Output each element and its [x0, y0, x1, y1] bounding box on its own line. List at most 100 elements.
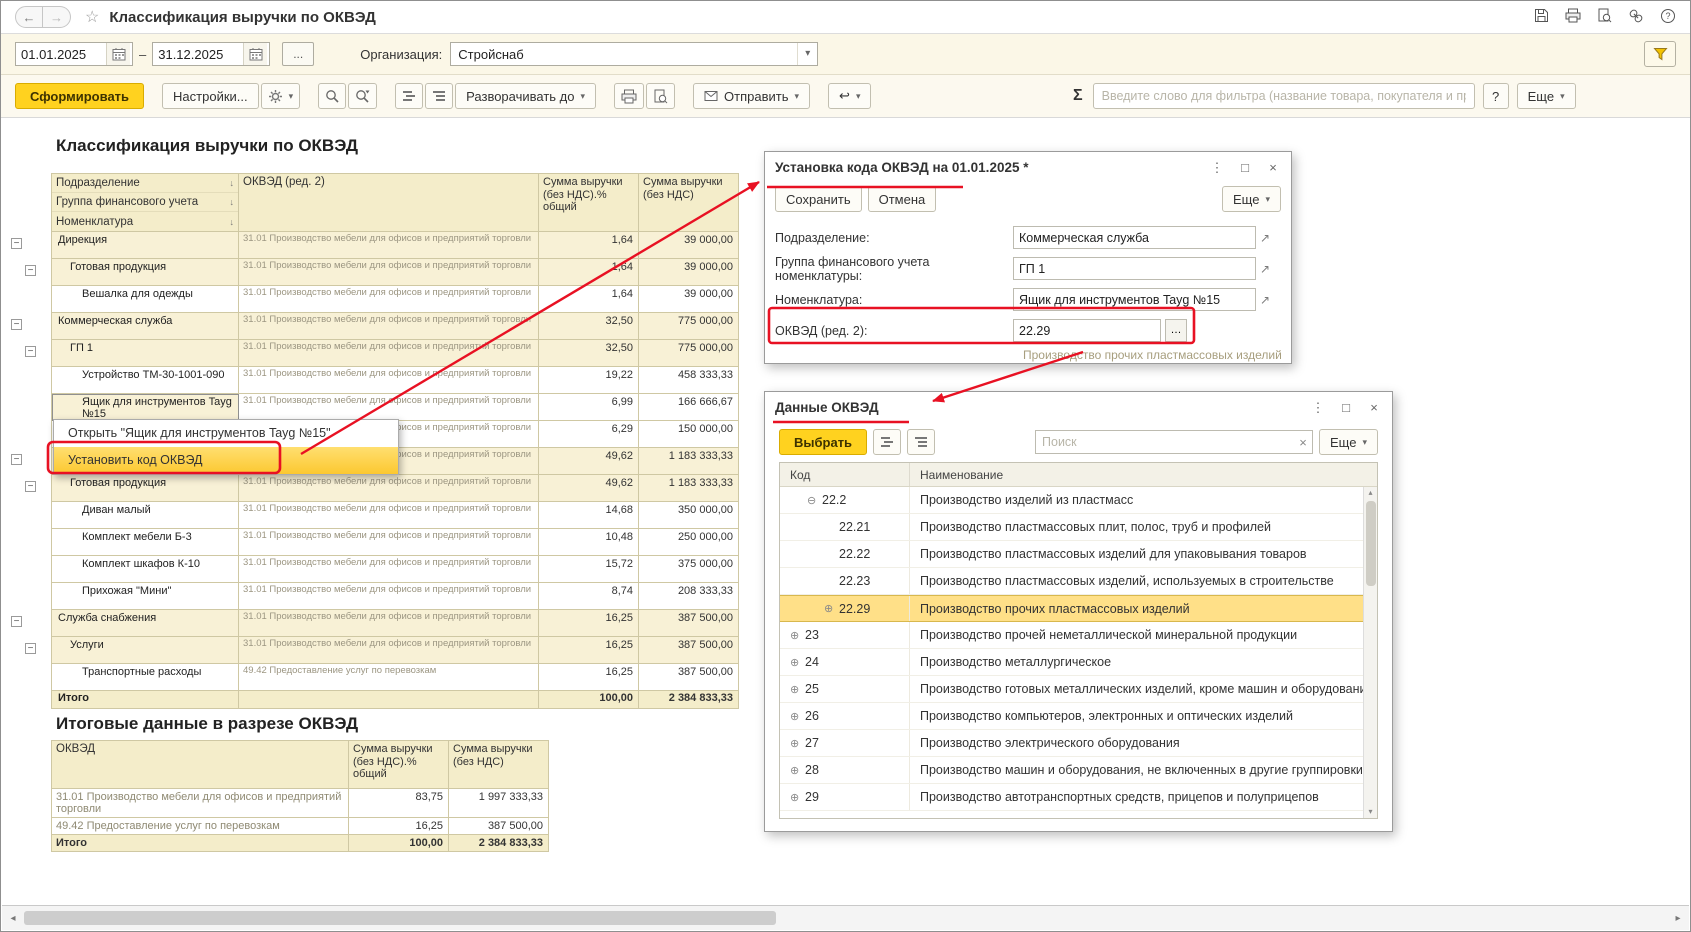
okved-row[interactable]: ⊕25Производство готовых металлических из… — [780, 676, 1363, 703]
expand-node-icon[interactable]: ⊕ — [824, 602, 839, 615]
summary-row[interactable]: 31.01 Производство мебели для офисов и п… — [52, 789, 549, 818]
report-cell-okved[interactable]: 31.01 Производство мебели для офисов и п… — [239, 556, 539, 583]
help-icon[interactable]: ? — [1660, 8, 1676, 27]
report-cell-name[interactable]: Ящик для инструментов Tayg №15 — [52, 394, 239, 421]
summary-cell-sum[interactable]: 2 384 833,33 — [449, 835, 549, 852]
report-cell-sum[interactable]: 350 000,00 — [639, 502, 739, 529]
okved-row[interactable]: ⊕22.29Производство прочих пластмассовых … — [780, 595, 1363, 622]
okved-row[interactable]: 22.23Производство пластмассовых изделий,… — [780, 568, 1363, 595]
okved-row[interactable]: ⊕27Производство электрического оборудова… — [780, 730, 1363, 757]
report-cell-percent[interactable]: 6,99 — [539, 394, 639, 421]
field-input-okved[interactable] — [1013, 319, 1161, 342]
report-cell-okved[interactable]: 31.01 Производство мебели для офисов и п… — [239, 259, 539, 286]
send-button[interactable]: Отправить ▾ — [693, 83, 810, 109]
report-cell-name[interactable]: Итого — [52, 691, 239, 709]
preview-button[interactable] — [646, 83, 675, 109]
summary-cell-percent[interactable]: 16,25 — [349, 818, 449, 835]
okved-row[interactable]: ⊕29Производство автотранспортных средств… — [780, 784, 1363, 811]
report-row[interactable]: Готовая продукция31.01 Производство мебе… — [52, 475, 739, 502]
report-cell-okved[interactable]: 31.01 Производство мебели для офисов и п… — [239, 394, 539, 421]
scroll-down-icon[interactable]: ▾ — [1368, 806, 1372, 818]
report-cell-percent[interactable]: 16,25 — [539, 637, 639, 664]
close-icon[interactable]: × — [1366, 401, 1382, 414]
report-cell-percent[interactable]: 16,25 — [539, 664, 639, 691]
save-button[interactable]: Сохранить — [775, 186, 862, 212]
report-cell-percent[interactable]: 6,29 — [539, 421, 639, 448]
report-row[interactable]: Ящик для инструментов Tayg №1531.01 Прои… — [52, 394, 739, 421]
scroll-up-icon[interactable]: ▴ — [1368, 487, 1372, 499]
print-preview-icon[interactable] — [1597, 8, 1612, 26]
report-cell-okved[interactable]: 31.01 Производство мебели для офисов и п… — [239, 367, 539, 394]
link-icon[interactable] — [1628, 8, 1644, 27]
report-row[interactable]: Услуги31.01 Производство мебели для офис… — [52, 637, 739, 664]
summary-cell-okved[interactable]: 31.01 Производство мебели для офисов и п… — [52, 789, 349, 818]
expand-node-icon[interactable]: ⊕ — [790, 656, 805, 669]
context-menu-item[interactable]: Установить код ОКВЭД — [54, 447, 398, 474]
report-cell-sum[interactable]: 250 000,00 — [639, 529, 739, 556]
save-icon[interactable] — [1534, 8, 1549, 26]
scrollbar-track[interactable] — [24, 910, 1667, 926]
report-cell-sum[interactable]: 387 500,00 — [639, 664, 739, 691]
report-cell-sum[interactable]: 775 000,00 — [639, 313, 739, 340]
quick-filter-input[interactable] — [1093, 83, 1475, 109]
filter-funnel-button[interactable] — [1644, 41, 1676, 67]
report-cell-okved[interactable]: 31.01 Производство мебели для офисов и п… — [239, 610, 539, 637]
report-variants-button[interactable]: ▾ — [261, 83, 301, 109]
report-cell-okved[interactable]: 31.01 Производство мебели для офисов и п… — [239, 502, 539, 529]
report-cell-percent[interactable]: 32,50 — [539, 340, 639, 367]
report-cell-name[interactable]: Коммерческая служба — [52, 313, 239, 340]
scrollbar-horizontal[interactable]: ◂ ▸ — [2, 905, 1689, 930]
report-cell-percent[interactable]: 14,68 — [539, 502, 639, 529]
collapse-groups-button[interactable] — [395, 83, 423, 109]
report-row[interactable]: Устройство ТМ-30-1001-09031.01 Производс… — [52, 367, 739, 394]
report-cell-percent[interactable]: 15,72 — [539, 556, 639, 583]
summary-cell-okved[interactable]: 49.42 Предоставление услуг по перевозкам — [52, 818, 349, 835]
report-cell-sum[interactable]: 166 666,67 — [639, 394, 739, 421]
print-icon[interactable] — [1565, 8, 1581, 26]
okved-row[interactable]: ⊕23Производство прочей неметаллической м… — [780, 622, 1363, 649]
summary-cell-percent[interactable]: 100,00 — [349, 835, 449, 852]
okved-row[interactable]: ⊕26Производство компьютеров, электронных… — [780, 703, 1363, 730]
search-next-button[interactable] — [348, 83, 377, 109]
report-row[interactable]: Транспортные расходы49.42 Предоставление… — [52, 664, 739, 691]
report-row[interactable]: Комплект шкафов К-1031.01 Производство м… — [52, 556, 739, 583]
tree-collapse-icon[interactable]: − — [11, 616, 22, 627]
collapse-node-icon[interactable]: ⊖ — [807, 494, 822, 507]
expand-node-icon[interactable]: ⊕ — [790, 737, 805, 750]
field-input-department[interactable] — [1013, 226, 1256, 249]
summary-row[interactable]: Итого100,002 384 833,33 — [52, 835, 549, 852]
report-cell-okved[interactable]: 31.01 Производство мебели для офисов и п… — [239, 286, 539, 313]
report-cell-sum[interactable]: 150 000,00 — [639, 421, 739, 448]
date-to-input[interactable] — [153, 47, 243, 62]
tree-collapse-icon[interactable]: − — [25, 346, 36, 357]
report-cell-name[interactable]: Комплект шкафов К-10 — [52, 556, 239, 583]
report-cell-okved[interactable]: 31.01 Производство мебели для офисов и п… — [239, 583, 539, 610]
report-cell-sum[interactable]: 2 384 833,33 — [639, 691, 739, 709]
summary-header-sum[interactable]: Сумма выручки (без НДС) — [449, 741, 549, 789]
column-header-sum[interactable]: Сумма выручки (без НДС) — [639, 174, 739, 232]
report-cell-name[interactable]: Готовая продукция — [52, 475, 239, 502]
report-row[interactable]: ГП 131.01 Производство мебели для офисов… — [52, 340, 739, 367]
calendar-icon[interactable] — [243, 43, 267, 65]
report-row[interactable]: Вешалка для одежды31.01 Производство меб… — [52, 286, 739, 313]
column-header-code[interactable]: Код — [780, 463, 910, 486]
more-button[interactable]: Еще ▾ — [1517, 83, 1576, 109]
report-cell-okved[interactable]: 31.01 Производство мебели для офисов и п… — [239, 529, 539, 556]
column-header-hierarchy[interactable]: Подразделение↓ Группа финансового учета↓… — [52, 174, 239, 232]
report-row[interactable]: Дирекция31.01 Производство мебели для оф… — [52, 232, 739, 259]
report-cell-sum[interactable]: 1 183 333,33 — [639, 475, 739, 502]
scrollbar-vertical[interactable]: ▴ ▾ — [1363, 487, 1377, 818]
window-menu-icon[interactable]: ⋮ — [1209, 161, 1225, 174]
summary-cell-sum[interactable]: 387 500,00 — [449, 818, 549, 835]
report-cell-okved[interactable]: 31.01 Производство мебели для офисов и п… — [239, 232, 539, 259]
calendar-icon[interactable] — [106, 43, 130, 65]
column-header-percent[interactable]: Сумма выручки (без НДС).% общий — [539, 174, 639, 232]
close-icon[interactable]: × — [1265, 161, 1281, 174]
expand-tree-button[interactable] — [907, 429, 935, 455]
report-cell-sum[interactable]: 39 000,00 — [639, 286, 739, 313]
tree-collapse-icon[interactable]: − — [25, 265, 36, 276]
report-cell-name[interactable]: Служба снабжения — [52, 610, 239, 637]
report-cell-percent[interactable]: 16,25 — [539, 610, 639, 637]
chevron-down-icon[interactable]: ▾ — [797, 43, 817, 65]
summary-header-okved[interactable]: ОКВЭД — [52, 741, 349, 789]
